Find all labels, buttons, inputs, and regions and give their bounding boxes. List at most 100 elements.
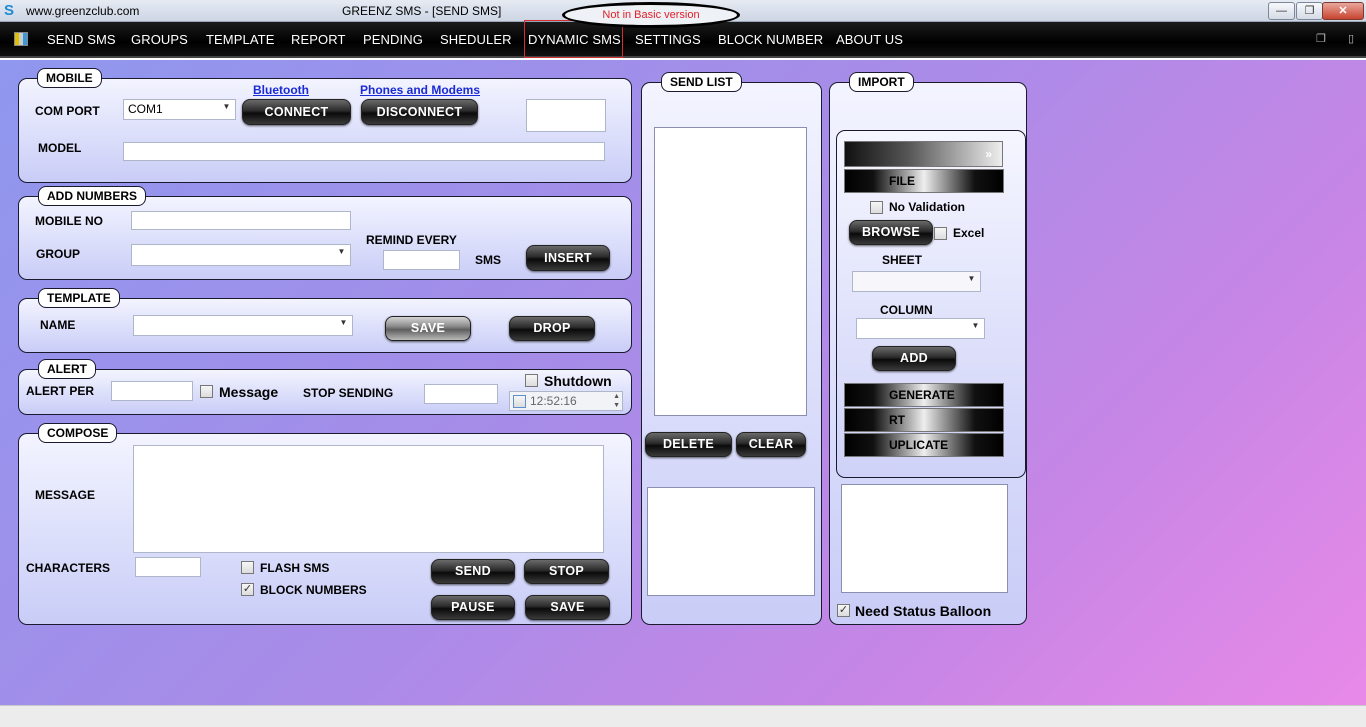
com-port-value: COM1 xyxy=(128,102,163,116)
menu-report[interactable]: REPORT xyxy=(291,32,346,47)
sms-label: SMS xyxy=(475,253,502,267)
menu-block-number[interactable]: BLOCK NUMBER xyxy=(718,32,823,47)
annotation-text: Not in Basic version xyxy=(602,9,700,21)
excel-label: Excel xyxy=(953,226,985,240)
chevron-down-icon: ▼ xyxy=(337,247,346,256)
send-button[interactable]: SEND xyxy=(431,559,515,584)
shutdown-checkbox[interactable] xyxy=(525,374,538,387)
group-select[interactable]: ▼ xyxy=(131,244,351,266)
duplicate-strip[interactable]: UPLICATE xyxy=(844,433,1004,457)
menu-settings[interactable]: SETTINGS xyxy=(635,32,701,47)
flash-sms-label: FLASH SMS xyxy=(260,561,330,575)
template-save-button[interactable]: SAVE xyxy=(385,316,471,341)
mdi-restore-icon[interactable]: ❐ xyxy=(1316,32,1326,45)
menu-bar: SEND SMS GROUPS TEMPLATE REPORT PENDING … xyxy=(0,22,1366,58)
generate-strip[interactable]: GENERATE xyxy=(844,383,1004,407)
alert-per-label: ALERT PER xyxy=(26,384,95,398)
menu-groups[interactable]: GROUPS xyxy=(131,32,188,47)
column-select[interactable]: ▼ xyxy=(856,318,985,339)
block-numbers-checkbox[interactable]: ✓ xyxy=(241,583,254,596)
time-value: 12:52:16 xyxy=(530,394,577,408)
not-in-basic-annotation: Not in Basic version xyxy=(562,2,740,28)
close-button[interactable]: ✕ xyxy=(1322,2,1364,20)
menu-pending[interactable]: PENDING xyxy=(363,32,423,47)
alert-legend: ALERT xyxy=(38,359,96,379)
characters-label: CHARACTERS xyxy=(26,561,110,575)
need-status-balloon-label: Need Status Balloon xyxy=(855,603,992,619)
menu-template[interactable]: TEMPLATE xyxy=(206,32,274,47)
template-name-select[interactable]: ▼ xyxy=(133,315,353,336)
clear-button[interactable]: CLEAR xyxy=(736,432,806,457)
sheet-label: SHEET xyxy=(882,253,923,267)
browse-button[interactable]: BROWSE xyxy=(849,220,933,245)
status-bar xyxy=(0,705,1366,727)
chevron-down-icon: ▼ xyxy=(971,321,980,330)
phones-and-modems-link[interactable]: Phones and Modems xyxy=(360,83,480,97)
mobile-no-label: MOBILE NO xyxy=(35,214,103,228)
message-label: MESSAGE xyxy=(35,488,96,502)
add-button[interactable]: ADD xyxy=(872,346,956,371)
send-list-box[interactable] xyxy=(654,127,807,416)
app-menu-icon[interactable] xyxy=(14,32,28,46)
stop-sending-label: STOP SENDING xyxy=(303,386,394,400)
excel-checkbox[interactable] xyxy=(934,227,947,240)
no-validation-label: No Validation xyxy=(889,200,966,214)
minimize-button[interactable]: — xyxy=(1268,2,1295,20)
shutdown-time-picker[interactable]: 12:52:16 ▲ ▼ xyxy=(509,391,623,411)
message-checkbox[interactable] xyxy=(200,385,213,398)
menu-sheduler[interactable]: SHEDULER xyxy=(440,32,512,47)
import-log-box xyxy=(841,484,1008,593)
menu-send-sms[interactable]: SEND SMS xyxy=(47,32,116,47)
no-validation-checkbox[interactable] xyxy=(870,201,883,214)
sort-strip[interactable]: RT xyxy=(844,408,1004,432)
need-status-balloon-checkbox[interactable]: ✓ xyxy=(837,604,850,617)
block-numbers-label: BLOCK NUMBERS xyxy=(260,583,367,597)
column-label: COLUMN xyxy=(880,303,933,317)
characters-field xyxy=(135,557,201,577)
group-label: GROUP xyxy=(36,247,81,261)
mdi-close-icon[interactable]: ▯ xyxy=(1348,32,1354,45)
file-strip[interactable]: FILE xyxy=(844,169,1004,193)
template-drop-button[interactable]: DROP xyxy=(509,316,595,341)
chevron-down-icon: ▼ xyxy=(339,318,348,327)
chevron-down-icon: ▼ xyxy=(222,102,231,111)
spinner-icon[interactable]: ▲ ▼ xyxy=(613,392,620,410)
send-list-legend: SEND LIST xyxy=(661,72,742,92)
flash-sms-checkbox[interactable] xyxy=(241,561,254,574)
expand-strip[interactable]: » xyxy=(844,141,1003,167)
time-enable-checkbox[interactable] xyxy=(513,395,526,408)
template-name-label: NAME xyxy=(40,318,76,332)
expand-icon: » xyxy=(985,147,992,161)
mobile-no-field[interactable] xyxy=(131,211,351,230)
app-logo-icon: S xyxy=(4,2,15,19)
bluetooth-link[interactable]: Bluetooth xyxy=(253,83,309,97)
window-title: GREENZ SMS - [SEND SMS] xyxy=(342,4,502,18)
com-port-label: COM PORT xyxy=(35,104,100,118)
compose-legend: COMPOSE xyxy=(38,423,118,443)
site-url: www.greenzclub.com xyxy=(26,4,140,18)
sheet-select[interactable]: ▼ xyxy=(852,271,981,292)
remind-every-field[interactable] xyxy=(383,250,460,270)
compose-save-button[interactable]: SAVE xyxy=(525,595,610,620)
stop-sending-field[interactable] xyxy=(424,384,498,404)
template-legend: TEMPLATE xyxy=(38,288,120,308)
add-numbers-legend: ADD NUMBERS xyxy=(38,186,146,206)
stop-button[interactable]: STOP xyxy=(524,559,609,584)
pause-button[interactable]: PAUSE xyxy=(431,595,515,620)
remind-every-label: REMIND EVERY xyxy=(366,233,457,247)
com-port-select[interactable]: COM1 ▼ xyxy=(123,99,236,120)
send-log-box xyxy=(647,487,815,596)
model-field[interactable] xyxy=(123,142,605,161)
alert-per-field[interactable] xyxy=(111,381,193,401)
insert-button[interactable]: INSERT xyxy=(526,245,610,271)
shutdown-label: Shutdown xyxy=(544,373,612,389)
menu-about-us[interactable]: ABOUT US xyxy=(836,32,903,47)
model-label: MODEL xyxy=(38,141,82,155)
restore-button[interactable]: ❐ xyxy=(1296,2,1323,20)
mobile-legend: MOBILE xyxy=(37,68,102,88)
message-textarea[interactable] xyxy=(133,445,604,553)
disconnect-button[interactable]: DISCONNECT xyxy=(361,99,478,125)
connect-button[interactable]: CONNECT xyxy=(242,99,351,125)
message-checkbox-label: Message xyxy=(219,384,279,400)
delete-button[interactable]: DELETE xyxy=(645,432,732,457)
